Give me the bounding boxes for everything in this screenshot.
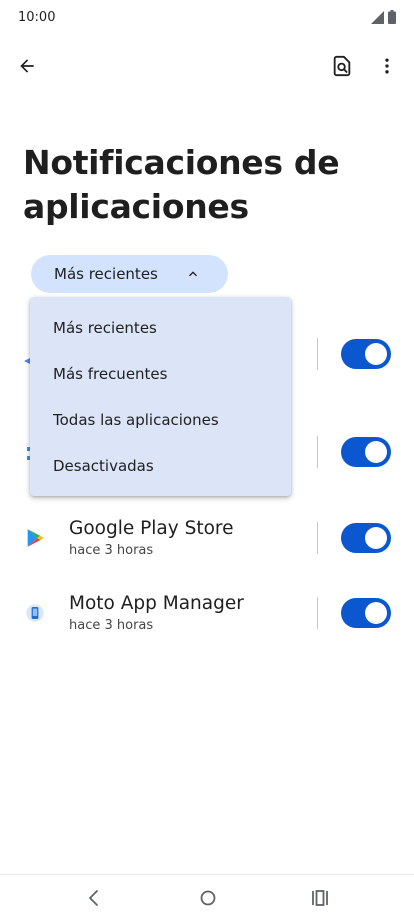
toggle-knob	[365, 343, 387, 365]
filter-dropdown-menu: Más recientes Más frecuentes Todas las a…	[30, 297, 291, 496]
app-time: hace 3 horas	[69, 618, 154, 633]
nav-back-icon[interactable]	[83, 887, 105, 909]
filter-chip-label: Más recientes	[54, 265, 158, 283]
toggle-knob	[365, 527, 387, 549]
notification-toggle[interactable]	[341, 339, 391, 369]
app-row-google-play-store[interactable]: Google Play Store hace 3 horas	[0, 508, 414, 568]
page-title: Notificaciones de aplicaciones	[23, 143, 340, 226]
more-options-button[interactable]	[371, 50, 403, 82]
google-play-icon	[27, 529, 44, 547]
arrow-left-icon	[20, 59, 34, 73]
notification-toggle[interactable]	[341, 598, 391, 628]
app-name: Moto App Manager	[69, 593, 244, 614]
filter-dropdown-chip[interactable]: Más recientes	[31, 255, 228, 293]
search-settings-button[interactable]	[326, 50, 358, 82]
notification-toggle[interactable]	[341, 523, 391, 553]
battery-icon	[388, 10, 396, 24]
toggle-knob	[365, 602, 387, 624]
search-settings-icon	[333, 55, 351, 77]
nav-home-icon[interactable]	[197, 887, 219, 909]
menu-item-desactivadas[interactable]: Desactivadas	[30, 443, 291, 489]
app-time: hace 3 horas	[69, 543, 154, 558]
notification-toggle[interactable]	[341, 437, 391, 467]
moto-app-manager-icon	[26, 604, 44, 622]
app-row-moto-app-manager[interactable]: Moto App Manager hace 3 horas	[0, 583, 414, 643]
row-divider	[317, 522, 318, 554]
more-vert-icon	[385, 58, 389, 74]
status-time: 10:00	[18, 10, 56, 25]
app-name: Google Play Store	[69, 518, 234, 539]
row-divider	[317, 338, 318, 370]
menu-item-mas-recientes[interactable]: Más recientes	[30, 305, 291, 351]
menu-item-mas-frecuentes[interactable]: Más frecuentes	[30, 351, 291, 397]
signal-icon	[371, 11, 384, 24]
menu-item-todas-las-aplicaciones[interactable]: Todas las aplicaciones	[30, 397, 291, 443]
nav-recents-icon[interactable]	[309, 887, 331, 909]
chevron-up-icon	[189, 271, 197, 277]
top-app-bar	[0, 44, 414, 90]
toggle-knob	[365, 441, 387, 463]
row-divider	[317, 597, 318, 629]
back-button[interactable]	[11, 50, 43, 82]
status-bar: 10:00	[0, 0, 414, 36]
row-divider	[317, 436, 318, 468]
system-nav-bar	[0, 874, 414, 920]
